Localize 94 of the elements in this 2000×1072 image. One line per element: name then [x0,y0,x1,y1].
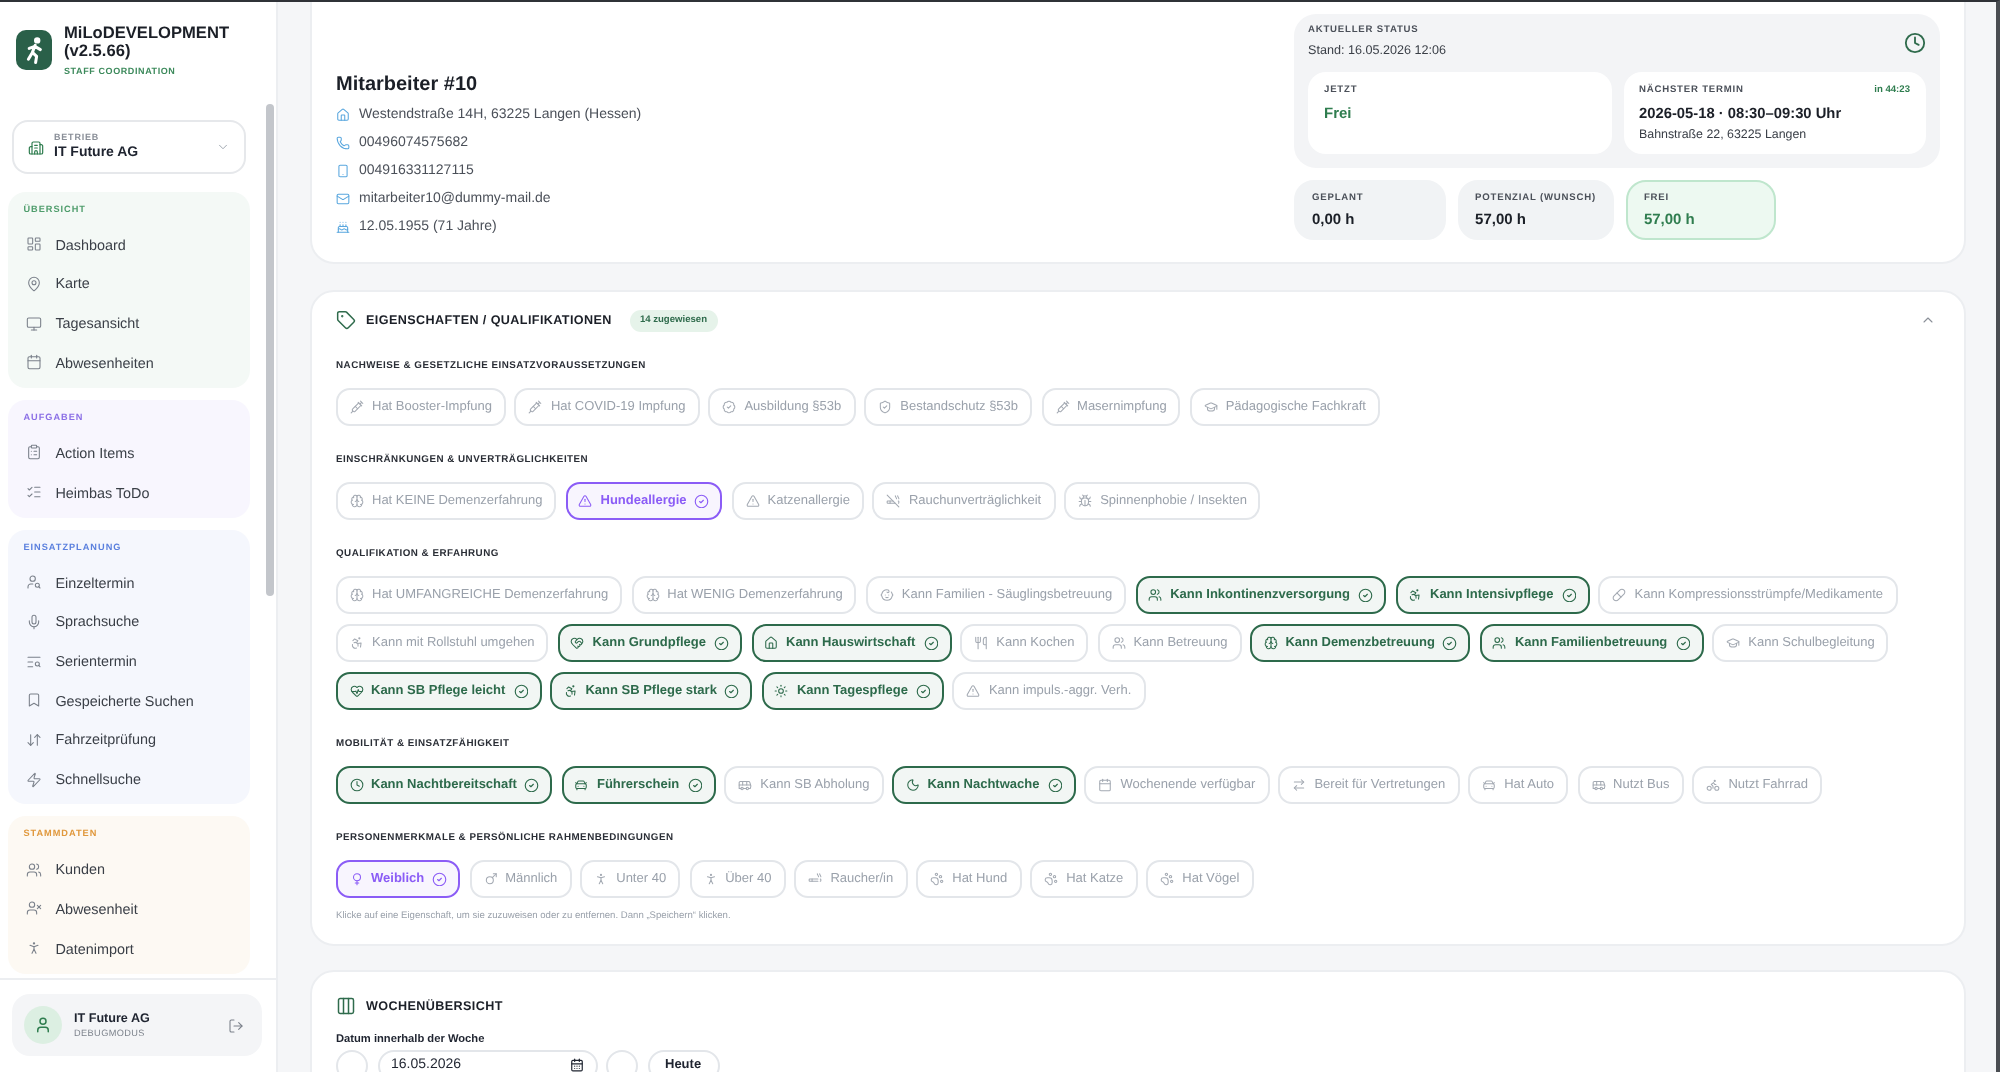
dashboard-icon [25,236,42,253]
male-symbol-icon [483,872,498,886]
calendar-icon [569,1058,583,1072]
brain-icon [350,494,364,508]
map-pin-icon [25,275,42,292]
heart-pulse-icon [349,684,363,698]
paw-print-icon [1160,872,1175,886]
swap-arrows-icon [1292,778,1307,792]
no-smoking-icon [886,494,901,508]
moon-icon [905,778,920,792]
brain-icon [1263,636,1278,650]
smartphone-icon [336,163,350,177]
calendar-icon [1098,778,1113,792]
phone-icon [336,135,350,149]
brain-icon [350,588,364,602]
person-icon [25,940,42,957]
building-icon [28,139,44,155]
calendar-icon [25,354,42,371]
paw-print-icon [1044,872,1059,886]
check-circle-icon [513,683,529,699]
sun-icon [774,684,789,698]
chevron-down-icon [216,140,230,154]
check-circle-icon [524,777,540,793]
accessibility-icon [350,636,364,650]
app-title: MiLoDEVELOPMENT (v2.5.66) [64,24,232,60]
accessibility-icon [563,684,578,698]
check-circle-icon [694,493,710,509]
graduation-cap-icon [1203,400,1218,414]
employee-name: Mitarbeiter #10 [336,73,478,97]
scrollbar-thumb[interactable] [266,104,274,596]
warning-icon [578,494,593,508]
house-icon [764,636,778,650]
bicycle-icon [1706,778,1721,792]
baby-icon [879,588,894,602]
user-avatar-icon [24,1006,62,1044]
monitor-icon [25,315,42,332]
checklist-icon [25,484,42,501]
person-icon [703,872,718,886]
check-circle-icon [1675,635,1691,651]
brain-icon [645,588,660,602]
car-icon [1482,778,1497,792]
syringe-icon [350,400,364,414]
text-search-icon [25,653,42,670]
round-button[interactable] [606,1049,638,1072]
microphone-icon [25,613,42,630]
syringe-icon [528,400,543,414]
paw-print-icon [930,872,945,886]
person-icon [594,872,609,886]
check-circle-icon [714,635,729,651]
check-circle-icon [1442,635,1458,651]
female-symbol-icon [349,872,363,886]
lightning-icon [25,771,42,788]
graduation-cap-icon [1726,636,1741,650]
bus-icon [738,778,753,792]
user-search-icon [25,574,42,591]
car-icon [574,778,589,792]
tag-icon [336,310,356,330]
house-icon [336,107,350,121]
people-icon [1148,588,1163,602]
mail-icon [336,191,350,205]
check-circle-icon [1358,587,1373,603]
check-circle-icon [1561,587,1577,603]
check-circle-icon [923,635,939,651]
people-icon [1492,636,1507,650]
check-circle-icon [687,777,703,793]
people-icon [1111,636,1126,650]
check-circle-icon [724,683,740,699]
utensils-icon [974,636,989,650]
cigarette-icon [808,872,823,886]
bug-icon [1078,494,1093,508]
people-icon [25,861,42,878]
running-person-logo [16,30,52,70]
up-down-arrows-icon [25,731,42,748]
clipboard-icon [25,444,42,461]
columns-icon [336,996,356,1016]
heart-handshake-icon [570,636,585,650]
check-circle-icon [1047,777,1063,793]
check-circle-icon [432,871,448,887]
clock-icon [1904,31,1926,53]
pill-icon [1612,588,1627,602]
shield-check-icon [878,400,893,414]
bookmark-icon [25,692,42,709]
bus-icon [1591,778,1606,792]
warning-icon [966,684,981,698]
badge-check-icon [722,400,737,414]
logout-icon[interactable] [228,1017,244,1033]
syringe-icon [1055,400,1070,414]
clock-icon [349,778,363,792]
chevron-up-icon[interactable] [1920,312,1936,328]
user-x-icon [25,900,42,917]
round-button[interactable] [336,1049,368,1072]
warning-icon [745,494,760,508]
accessibility-icon [1408,588,1422,602]
check-circle-icon [915,683,931,699]
